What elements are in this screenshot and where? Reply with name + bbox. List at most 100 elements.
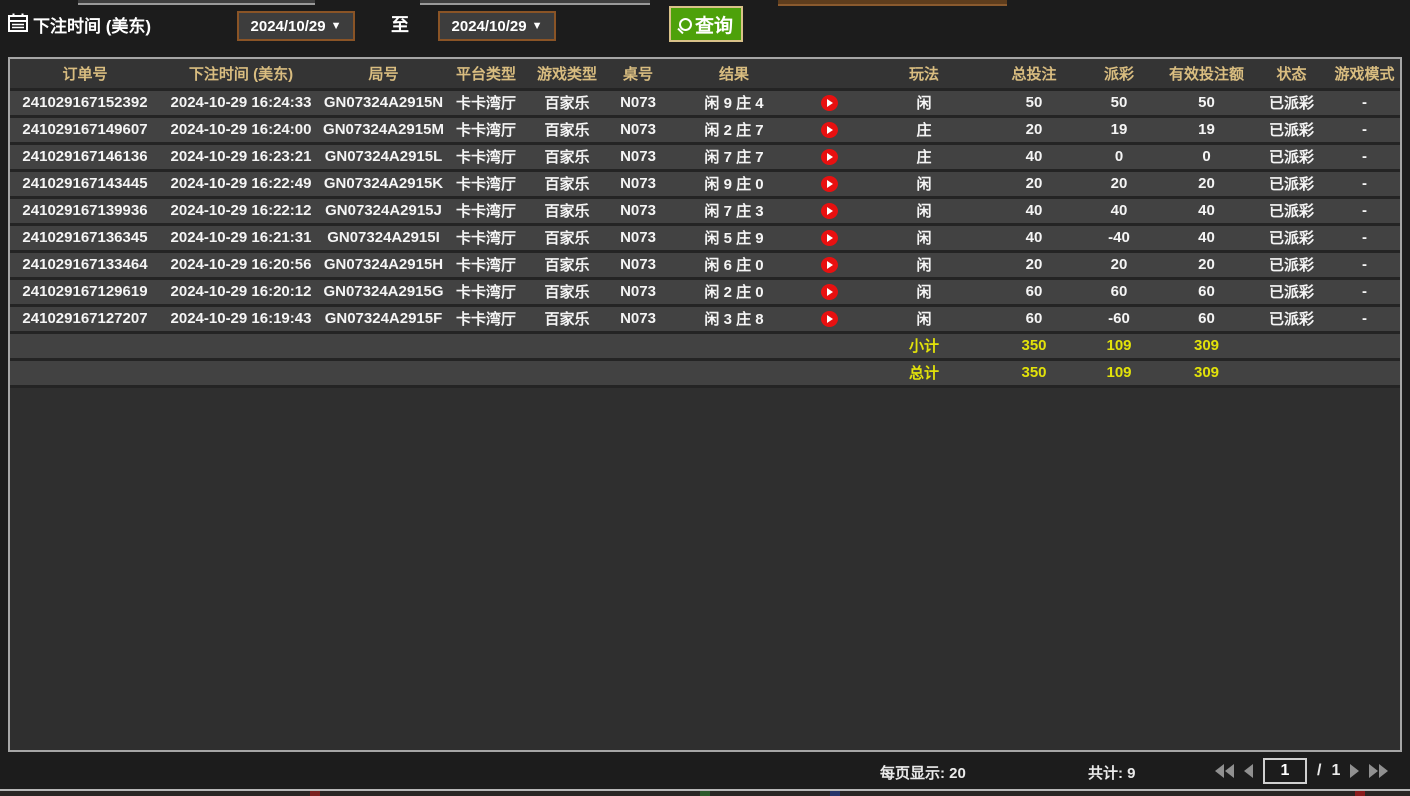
cell-result: 闲 2 庄 0: [669, 278, 799, 307]
cell-total-bet: 20: [989, 116, 1079, 145]
replay-play-icon[interactable]: [820, 149, 838, 166]
table-row: 241029167146136 2024-10-29 16:23:21 GN0732…: [10, 143, 1400, 172]
page-total-label: / 1: [1317, 762, 1341, 779]
subtotal-row: 小计 350 109 309: [10, 332, 1400, 361]
cell-game-mode: -: [1329, 278, 1400, 307]
cell-status: 已派彩: [1254, 224, 1329, 253]
table-row: 241029167127207 2024-10-29 16:19:43 GN0732…: [10, 305, 1400, 334]
col-header-status: 状态: [1254, 59, 1329, 91]
replay-play-icon[interactable]: [820, 311, 838, 328]
cell-table-no: N073: [607, 251, 669, 280]
replay-play-icon[interactable]: [820, 257, 838, 274]
play-triangle-icon: [827, 99, 833, 108]
cell-table-no: N073: [607, 224, 669, 253]
cell-order-id: 241029167146136: [10, 143, 160, 172]
play-triangle-icon: [827, 180, 833, 189]
cell-result: 闲 9 庄 4: [669, 89, 799, 118]
cell-bet-time: 2024-10-29 16:20:12: [160, 278, 322, 307]
cell-payout: 20: [1079, 251, 1159, 280]
cell-payout: 40: [1079, 197, 1159, 226]
subtotal-total-bet: 350: [989, 332, 1079, 361]
grand-total-total-bet: 350: [989, 359, 1079, 388]
cell-play: 庄: [859, 143, 989, 172]
calendar-icon: [8, 13, 28, 32]
cell-valid-bet: 19: [1159, 116, 1254, 145]
cell-total-bet: 40: [989, 197, 1079, 226]
cell-bet-time: 2024-10-29 16:24:00: [160, 116, 322, 145]
cell-valid-bet: 40: [1159, 197, 1254, 226]
cell-play: 庄: [859, 116, 989, 145]
cell-status: 已派彩: [1254, 278, 1329, 307]
cell-total-bet: 40: [989, 224, 1079, 253]
col-header-game-type: 游戏类型: [527, 59, 607, 91]
page-number-input[interactable]: 1: [1263, 758, 1307, 784]
col-header-round-id: 局号: [322, 59, 445, 91]
col-header-replay: [799, 59, 859, 91]
cell-platform: 卡卡湾厅: [445, 116, 527, 145]
first-page-button[interactable]: [1215, 764, 1234, 778]
replay-play-icon[interactable]: [820, 176, 838, 193]
pager-controls: 1 / 1: [1215, 758, 1389, 784]
cell-play: 闲: [859, 305, 989, 334]
cell-result: 闲 9 庄 0: [669, 170, 799, 199]
pagination-bar: 每页显示: 20 共计: 9 1 / 1: [0, 752, 1410, 790]
cell-payout: -40: [1079, 224, 1159, 253]
cell-valid-bet: 0: [1159, 143, 1254, 172]
date-from-select[interactable]: 2024/10/29 ▼: [237, 11, 355, 41]
search-button[interactable]: 查询: [669, 6, 743, 42]
date-to-select[interactable]: 2024/10/29 ▼: [438, 11, 556, 41]
col-header-game-mode: 游戏模式: [1329, 59, 1400, 91]
cell-order-id: 241029167149607: [10, 116, 160, 145]
cell-status: 已派彩: [1254, 251, 1329, 280]
cell-replay: [799, 197, 859, 226]
cell-game-type: 百家乐: [527, 116, 607, 145]
cell-round-id: GN07324A2915H: [322, 251, 445, 280]
total-count-label: 共计: 9: [1088, 765, 1136, 782]
cell-payout: 50: [1079, 89, 1159, 118]
cell-round-id: GN07324A2915F: [322, 305, 445, 334]
table-row: 241029167139936 2024-10-29 16:22:12 GN0732…: [10, 197, 1400, 226]
bet-records-window: 下注时间 (美东) 2024/10/29 ▼ 至 2024/10/29 ▼ 查询: [0, 0, 1410, 796]
replay-play-icon[interactable]: [820, 122, 838, 139]
replay-play-icon[interactable]: [820, 95, 838, 112]
cell-result: 闲 7 庄 7: [669, 143, 799, 172]
replay-play-icon[interactable]: [820, 230, 838, 247]
cell-platform: 卡卡湾厅: [445, 170, 527, 199]
cell-status: 已派彩: [1254, 143, 1329, 172]
cell-game-mode: -: [1329, 89, 1400, 118]
prev-page-button[interactable]: [1244, 764, 1253, 778]
col-header-play: 玩法: [859, 59, 989, 91]
cell-round-id: GN07324A2915I: [322, 224, 445, 253]
grand-total-payout: 109: [1079, 359, 1159, 388]
cell-game-type: 百家乐: [527, 170, 607, 199]
play-triangle-icon: [827, 153, 833, 162]
cell-round-id: GN07324A2915L: [322, 143, 445, 172]
cell-total-bet: 60: [989, 305, 1079, 334]
next-page-button[interactable]: [1350, 764, 1360, 778]
cell-game-type: 百家乐: [527, 305, 607, 334]
cell-bet-time: 2024-10-29 16:19:43: [160, 305, 322, 334]
cell-play: 闲: [859, 170, 989, 199]
cell-game-mode: -: [1329, 143, 1400, 172]
cell-table-no: N073: [607, 89, 669, 118]
cell-order-id: 241029167139936: [10, 197, 160, 226]
subtotal-payout: 109: [1079, 332, 1159, 361]
replay-play-icon[interactable]: [820, 284, 838, 301]
cell-platform: 卡卡湾厅: [445, 278, 527, 307]
cell-valid-bet: 20: [1159, 251, 1254, 280]
cell-order-id: 241029167133464: [10, 251, 160, 280]
bet-time-filter-label: 下注时间 (美东): [33, 17, 152, 36]
last-page-button[interactable]: [1369, 764, 1389, 778]
cell-game-type: 百家乐: [527, 278, 607, 307]
cell-valid-bet: 40: [1159, 224, 1254, 253]
cell-play: 闲: [859, 197, 989, 226]
cell-table-no: N073: [607, 305, 669, 334]
date-to-value: 2024/10/29: [451, 17, 527, 35]
replay-play-icon[interactable]: [820, 203, 838, 220]
play-triangle-icon: [827, 315, 833, 324]
cell-game-mode: -: [1329, 116, 1400, 145]
search-icon: [678, 17, 692, 31]
cell-table-no: N073: [607, 143, 669, 172]
col-header-table-no: 桌号: [607, 59, 669, 91]
grand-total-row: 总计 350 109 309: [10, 359, 1400, 388]
